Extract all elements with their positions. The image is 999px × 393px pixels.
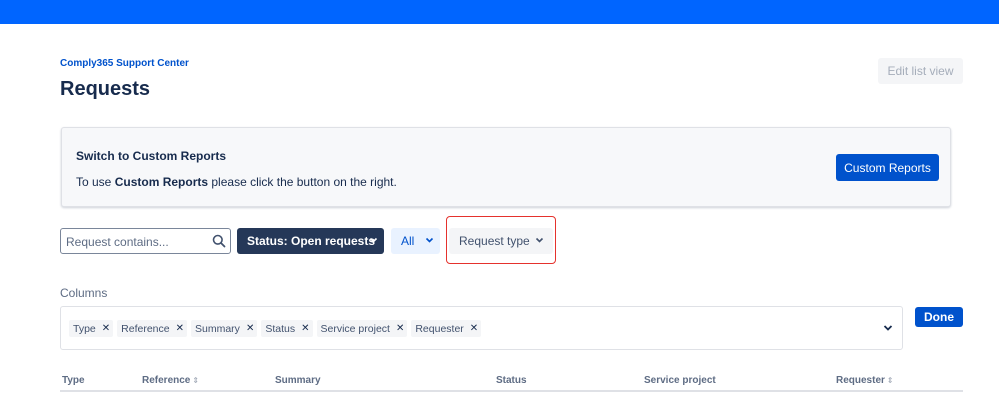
all-filter-label: All bbox=[401, 234, 415, 248]
column-tag-label: Status bbox=[265, 322, 296, 335]
column-tag: Reference ✕ bbox=[117, 320, 187, 337]
request-type-label: Request type bbox=[459, 234, 530, 248]
done-button[interactable]: Done bbox=[915, 307, 963, 327]
columns-label: Columns bbox=[60, 286, 108, 300]
edit-list-view-button[interactable]: Edit list view bbox=[878, 58, 963, 84]
all-filter-button[interactable]: All bbox=[391, 228, 440, 254]
remove-column-icon[interactable]: ✕ bbox=[176, 323, 184, 334]
column-tag: Type ✕ bbox=[69, 320, 114, 337]
column-tag-label: Requester bbox=[415, 322, 464, 335]
column-tags: Type ✕ Reference ✕ Summary ✕ Status ✕ Service pr… bbox=[69, 320, 482, 337]
column-tag: Status ✕ bbox=[261, 320, 313, 337]
column-header-label: Type bbox=[62, 375, 85, 386]
custom-reports-banner: Switch to Custom Reports To use Custom R… bbox=[61, 127, 951, 207]
banner-text-before: To use bbox=[76, 175, 115, 189]
search-placeholder: Request contains... bbox=[66, 235, 169, 249]
column-header-label: Service project bbox=[644, 375, 716, 386]
top-navigation-bar bbox=[0, 0, 999, 24]
column-tag-label: Summary bbox=[195, 322, 240, 335]
column-header-status[interactable]: Status bbox=[496, 375, 527, 386]
search-icon[interactable] bbox=[212, 234, 226, 248]
column-tag: Summary ✕ bbox=[191, 320, 258, 337]
column-header-label: Reference bbox=[142, 375, 191, 386]
column-header-type[interactable]: Type bbox=[62, 375, 85, 386]
chevron-down-icon[interactable] bbox=[883, 324, 893, 332]
column-tag-label: Type bbox=[73, 322, 96, 335]
column-header-label: Requester bbox=[836, 375, 885, 386]
remove-column-icon[interactable]: ✕ bbox=[470, 323, 478, 334]
table-header-row: Type Reference ⇕ Summary Status Service p… bbox=[60, 372, 963, 392]
chevron-down-icon bbox=[369, 237, 378, 243]
columns-multiselect[interactable]: Type ✕ Reference ✕ Summary ✕ Status ✕ Service pr… bbox=[60, 306, 903, 350]
column-tag: Requester ✕ bbox=[411, 320, 482, 337]
column-header-reference[interactable]: Reference ⇕ bbox=[142, 375, 199, 386]
remove-column-icon[interactable]: ✕ bbox=[396, 323, 404, 334]
column-header-service-project[interactable]: Service project bbox=[644, 375, 716, 386]
column-header-summary[interactable]: Summary bbox=[275, 375, 321, 386]
remove-column-icon[interactable]: ✕ bbox=[246, 323, 254, 334]
column-tag-label: Reference bbox=[121, 322, 170, 335]
banner-title: Switch to Custom Reports bbox=[76, 149, 227, 163]
column-header-requester[interactable]: Requester ⇕ bbox=[836, 375, 894, 386]
column-header-label: Status bbox=[496, 375, 527, 386]
banner-text-after: please click the button on the right. bbox=[208, 175, 397, 189]
banner-text-bold: Custom Reports bbox=[114, 175, 209, 189]
remove-column-icon[interactable]: ✕ bbox=[102, 323, 110, 334]
custom-reports-button[interactable]: Custom Reports bbox=[836, 154, 939, 181]
column-tag-label: Service project bbox=[320, 322, 390, 335]
banner-text: To use Custom Reports please click the b… bbox=[76, 175, 397, 189]
status-filter-button[interactable]: Status: Open requests bbox=[237, 228, 384, 254]
breadcrumb[interactable]: Comply365 Support Center bbox=[60, 58, 189, 69]
remove-column-icon[interactable]: ✕ bbox=[301, 323, 309, 334]
request-type-filter-button[interactable]: Request type bbox=[449, 228, 553, 254]
sort-icon[interactable]: ⇕ bbox=[887, 376, 894, 385]
column-tag: Service project ✕ bbox=[316, 320, 408, 337]
chevron-down-icon bbox=[535, 237, 544, 243]
status-filter-label: Status: Open requests bbox=[247, 234, 376, 248]
column-header-label: Summary bbox=[275, 375, 321, 386]
sort-icon[interactable]: ⇕ bbox=[192, 376, 199, 385]
search-input[interactable]: Request contains... bbox=[60, 228, 231, 254]
page-title: Requests bbox=[60, 78, 151, 100]
chevron-down-icon bbox=[425, 237, 434, 243]
